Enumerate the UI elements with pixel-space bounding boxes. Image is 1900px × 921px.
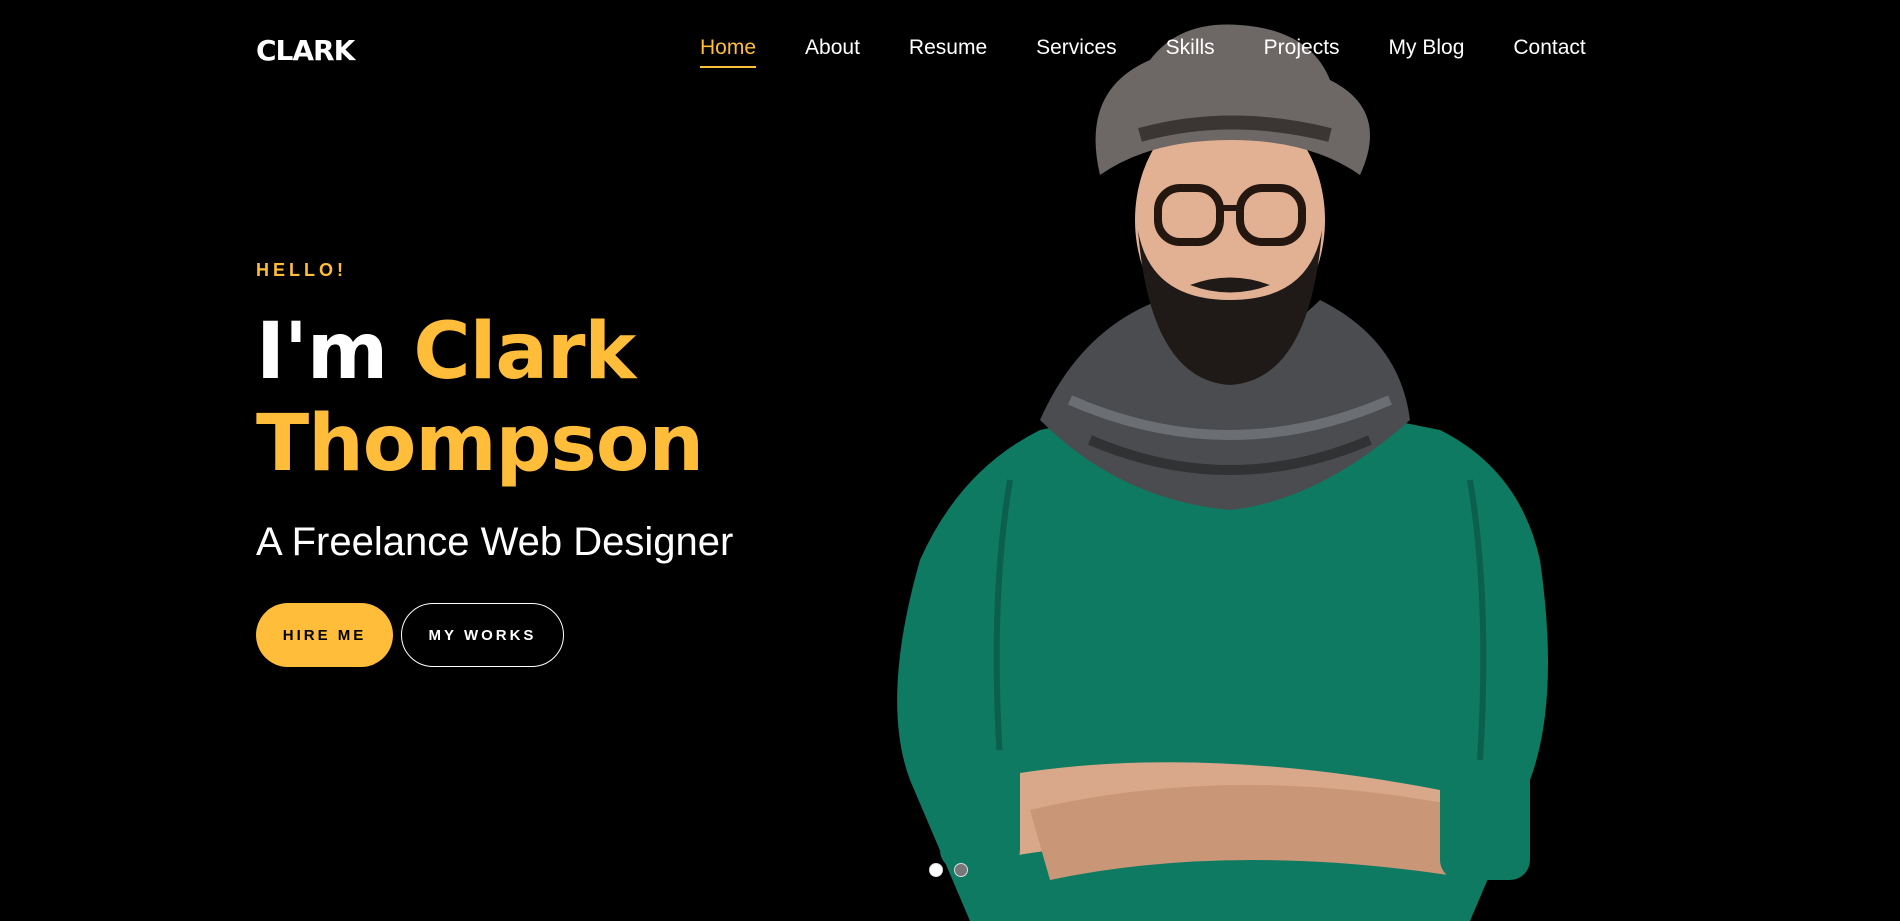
- nav-item-services[interactable]: Services: [1036, 36, 1117, 68]
- hire-me-button[interactable]: HIRE ME: [256, 603, 393, 667]
- headline-prefix: I'm: [256, 307, 388, 397]
- headline-last-name: Thompson: [256, 399, 704, 489]
- slider-dot-1[interactable]: [929, 863, 943, 877]
- hero-greeting: HELLO!: [256, 260, 347, 280]
- slider-dots: [929, 863, 979, 877]
- nav-item-skills[interactable]: Skills: [1166, 36, 1215, 68]
- portrait-image: [897, 24, 1548, 921]
- main-nav: Home About Resume Services Skills Projec…: [700, 36, 1635, 68]
- slider-dot-2[interactable]: [954, 863, 968, 877]
- nav-item-about[interactable]: About: [805, 36, 860, 68]
- site-logo[interactable]: CLARK: [256, 34, 355, 67]
- nav-item-resume[interactable]: Resume: [909, 36, 987, 68]
- nav-item-projects[interactable]: Projects: [1264, 36, 1340, 68]
- hero-subtitle: A Freelance Web Designer: [256, 520, 734, 564]
- nav-item-my-blog[interactable]: My Blog: [1389, 36, 1465, 68]
- my-works-button[interactable]: MY WORKS: [401, 603, 564, 667]
- nav-item-contact[interactable]: Contact: [1513, 36, 1585, 68]
- nav-item-home[interactable]: Home: [700, 36, 757, 68]
- hero-headline: I'm Clark Thompson: [256, 306, 704, 490]
- hero-section: CLARK Home About Resume Services Skills …: [0, 0, 1900, 921]
- headline-first-name: Clark: [413, 307, 636, 397]
